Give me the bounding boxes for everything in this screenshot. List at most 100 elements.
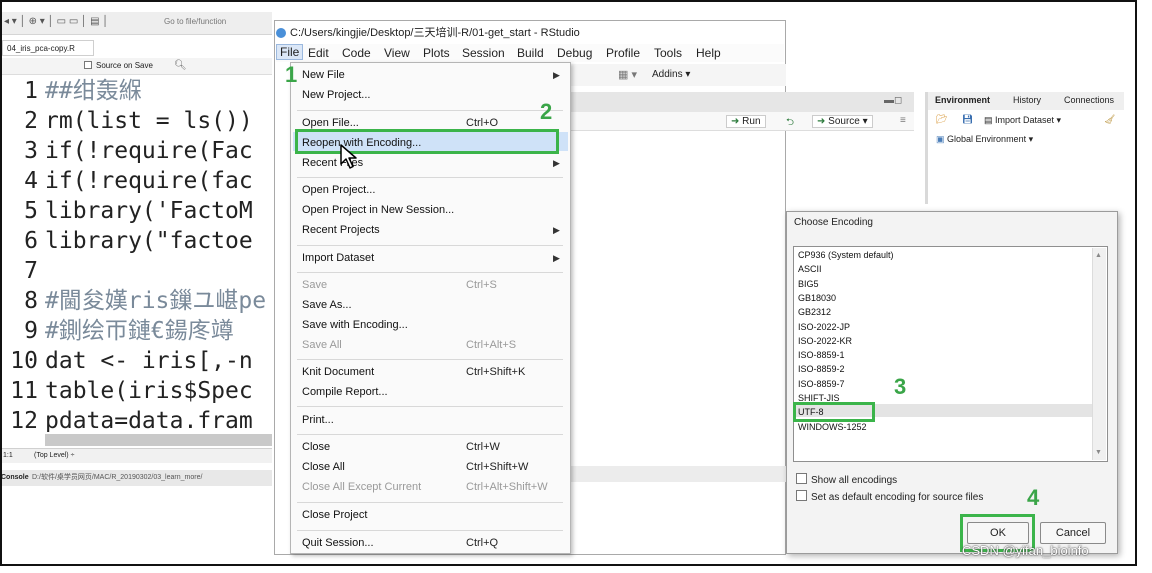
menu-item-close-all-except-current: Close All Except Current [302, 481, 422, 493]
menu-item-open-project[interactable]: Open Project... [302, 184, 375, 196]
step-3-label: 3 [894, 374, 907, 399]
code-line[interactable]: 10 dat <- iris[,-n [0, 346, 272, 376]
source-pane-header: ▬◻ [566, 92, 914, 112]
console-tab[interactable]: Console [1, 470, 29, 486]
menu-edit[interactable]: Edit [308, 46, 329, 60]
encoding-option[interactable]: BIG5 [798, 279, 819, 289]
code-line[interactable]: 11 table(iris$Spec [0, 376, 272, 406]
menu-item-import-dataset[interactable]: Import Dataset [302, 252, 374, 264]
menu-file[interactable]: File [276, 44, 304, 60]
source-on-save-checkbox[interactable]: Source on Save [84, 61, 153, 70]
menu-debug[interactable]: Debug [557, 46, 592, 60]
menu-shortcut: Ctrl+Alt+Shift+W [466, 481, 548, 493]
layout-icon[interactable]: ▦ ▾ [618, 68, 637, 81]
menu-session[interactable]: Session [462, 46, 505, 60]
menu-item-new-project[interactable]: New Project... [302, 89, 370, 101]
menu-item-save-as[interactable]: Save As... [302, 299, 352, 311]
menu-item-recent-projects[interactable]: Recent Projects [302, 224, 380, 236]
menu-build[interactable]: Build [517, 46, 544, 60]
encoding-option[interactable]: ASCII [798, 264, 822, 274]
menu-profile[interactable]: Profile [606, 46, 640, 60]
code-line[interactable]: 4 if(!require(fac [0, 166, 272, 196]
load-workspace-icon[interactable]: 📂︎ [936, 114, 947, 125]
encoding-option[interactable]: GB2312 [798, 307, 831, 317]
line-number: 1 [24, 78, 38, 104]
menu-shortcut: Ctrl+Alt+S [466, 339, 517, 351]
show-all-encodings-checkbox[interactable]: Show all encodings [796, 473, 897, 486]
code-line[interactable]: 8 #閫夋嫨ris鏁ユ嵁pe [0, 286, 272, 316]
rerun-icon[interactable]: ⮌ [786, 115, 794, 132]
code-text: library("factoe [45, 228, 253, 254]
menu-separator [297, 359, 563, 360]
addins-menu[interactable]: Addins ▾ [652, 69, 690, 80]
mouse-cursor-icon [340, 144, 357, 169]
menu-item-print[interactable]: Print... [302, 414, 334, 426]
encoding-option[interactable]: CP936 (System default) [798, 250, 894, 260]
code-line[interactable]: 5 library('FactoM [0, 196, 272, 226]
menu-item-open-file[interactable]: Open File... [302, 117, 359, 129]
editor-tab[interactable]: 04_iris_pca-copy.R [2, 40, 94, 56]
cancel-button[interactable]: Cancel [1040, 522, 1106, 544]
source-button[interactable]: ➜ Source ▾ [812, 115, 873, 128]
menu-item-save-with-encoding[interactable]: Save with Encoding... [302, 319, 408, 331]
line-number: 6 [24, 228, 38, 254]
global-environment-dropdown[interactable]: ▣ Global Environment ▾ [928, 132, 1124, 148]
scope-indicator[interactable]: (Top Level) ÷ [34, 449, 74, 463]
line-number: 10 [10, 348, 38, 374]
code-line[interactable]: 9 #鍘绘帀鏈€鍚庝竴 [0, 316, 272, 346]
menu-item-compile-report[interactable]: Compile Report... [302, 386, 388, 398]
save-workspace-icon[interactable]: 💾︎ [962, 114, 973, 125]
encoding-option[interactable]: ISO-8859-1 [798, 350, 845, 360]
code-text: ##绀轰緥 [45, 78, 142, 104]
encoding-option[interactable]: WINDOWS-1252 [798, 422, 867, 432]
run-button[interactable]: ➜ Run [726, 115, 766, 128]
menu-view[interactable]: View [384, 46, 410, 60]
line-number: 12 [10, 408, 38, 432]
encoding-option[interactable]: ISO-2022-KR [798, 336, 852, 346]
code-line[interactable]: 3 if(!require(Fac [0, 136, 272, 166]
code-line[interactable]: 12 pdata=data.fram [0, 406, 272, 432]
code-line[interactable]: 6 library("factoe [0, 226, 272, 256]
encoding-list[interactable]: CP936 (System default) ASCII BIG5 GB18030 GB… [793, 246, 1108, 462]
menu-item-knit-document[interactable]: Knit Document [302, 366, 374, 378]
encoding-list-scrollbar[interactable]: ▲ ▼ [1092, 248, 1106, 460]
encoding-option[interactable]: ISO-8859-7 [798, 379, 845, 389]
tab-environment[interactable]: Environment [935, 95, 990, 105]
menu-item-open-project-in-new-session[interactable]: Open Project in New Session... [302, 204, 454, 216]
import-dataset-button[interactable]: ▤ Import Dataset ▾ [984, 115, 1061, 126]
code-text: rm(list = ls()) [45, 108, 253, 134]
horizontal-scrollbar[interactable] [45, 434, 272, 446]
menu-tools[interactable]: Tools [654, 46, 682, 60]
encoding-option[interactable]: ISO-8859-2 [798, 364, 845, 374]
code-line[interactable]: 1 ##绀轰緥 [0, 76, 272, 106]
tab-history[interactable]: History [1013, 95, 1041, 105]
dialog-title: Choose Encoding [794, 217, 873, 228]
pane-minmax-icons[interactable]: ▬◻ [884, 95, 902, 106]
window-title: C:/Users/kingjie/Desktop/三天培训-R/01-get_s… [276, 24, 580, 40]
tab-connections[interactable]: Connections [1064, 95, 1114, 105]
menu-item-close[interactable]: Close [302, 441, 330, 453]
outline-icon[interactable]: ≡ [900, 115, 906, 126]
search-icon[interactable]: 🔍︎ [174, 60, 187, 71]
set-default-encoding-checkbox[interactable]: Set as default encoding for source files [796, 490, 983, 503]
menu-separator [297, 530, 563, 531]
code-editor[interactable]: 1 ##绀轰緥 2 rm(list = ls()) 3 if(!require(Fac 4 i… [0, 76, 272, 432]
code-line[interactable]: 2 rm(list = ls()) [0, 106, 272, 136]
code-text: pdata=data.fram [45, 408, 253, 432]
menu-code[interactable]: Code [342, 46, 371, 60]
console-header: Console D:/软件/桌学员网页/MAC/R_20190302/03_le… [0, 470, 272, 486]
menu-item-quit-session[interactable]: Quit Session... [302, 537, 374, 549]
encoding-option[interactable]: ISO-2022-JP [798, 322, 850, 332]
rstudio-toolbar: ▦ ▾ Addins ▾ [566, 64, 786, 86]
menu-item-close-all[interactable]: Close All [302, 461, 345, 473]
menu-item-new-file[interactable]: New File [302, 69, 345, 81]
annotation-box-2 [295, 129, 559, 154]
broom-icon[interactable]: 🧹︎ [1104, 114, 1115, 125]
menu-help[interactable]: Help [696, 46, 721, 60]
code-line[interactable]: 7 [0, 256, 272, 286]
goto-file-input[interactable]: Go to file/function [164, 17, 226, 26]
menu-plots[interactable]: Plots [423, 46, 450, 60]
menu-item-close-project[interactable]: Close Project [302, 509, 367, 521]
encoding-option[interactable]: GB18030 [798, 293, 836, 303]
menu-separator [297, 502, 563, 503]
